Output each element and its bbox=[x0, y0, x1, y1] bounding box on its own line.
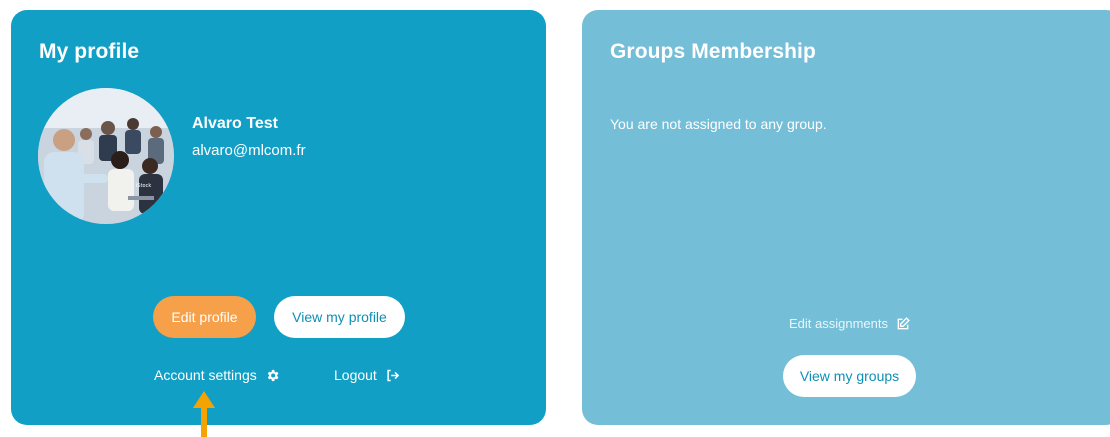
edit-icon bbox=[896, 316, 910, 331]
profile-avatar: iStock bbox=[38, 88, 174, 224]
view-my-groups-button[interactable]: View my groups bbox=[783, 355, 916, 397]
groups-membership-card: Groups Membership You are not assigned t… bbox=[582, 10, 1110, 425]
logout-link[interactable]: Logout bbox=[334, 367, 400, 383]
avatar-watermark: iStock bbox=[136, 183, 151, 189]
logout-label: Logout bbox=[334, 367, 377, 383]
my-profile-title: My profile bbox=[39, 40, 140, 63]
gear-icon bbox=[265, 368, 280, 383]
sign-out-icon bbox=[385, 368, 400, 383]
user-name: Alvaro Test bbox=[192, 115, 278, 132]
account-settings-label: Account settings bbox=[154, 367, 257, 383]
annotation-arrow-icon bbox=[193, 391, 215, 437]
groups-membership-title: Groups Membership bbox=[610, 40, 816, 63]
edit-assignments-label: Edit assignments bbox=[789, 316, 888, 331]
no-groups-message: You are not assigned to any group. bbox=[610, 116, 827, 132]
edit-assignments-link[interactable]: Edit assignments bbox=[789, 316, 910, 331]
my-profile-card: My profile iStock Alvaro Test alvaro@mlc… bbox=[11, 10, 546, 425]
view-my-profile-button[interactable]: View my profile bbox=[274, 296, 405, 338]
account-settings-link[interactable]: Account settings bbox=[154, 367, 280, 383]
edit-profile-button[interactable]: Edit profile bbox=[153, 296, 256, 338]
user-email: alvaro@mlcom.fr bbox=[192, 142, 306, 159]
